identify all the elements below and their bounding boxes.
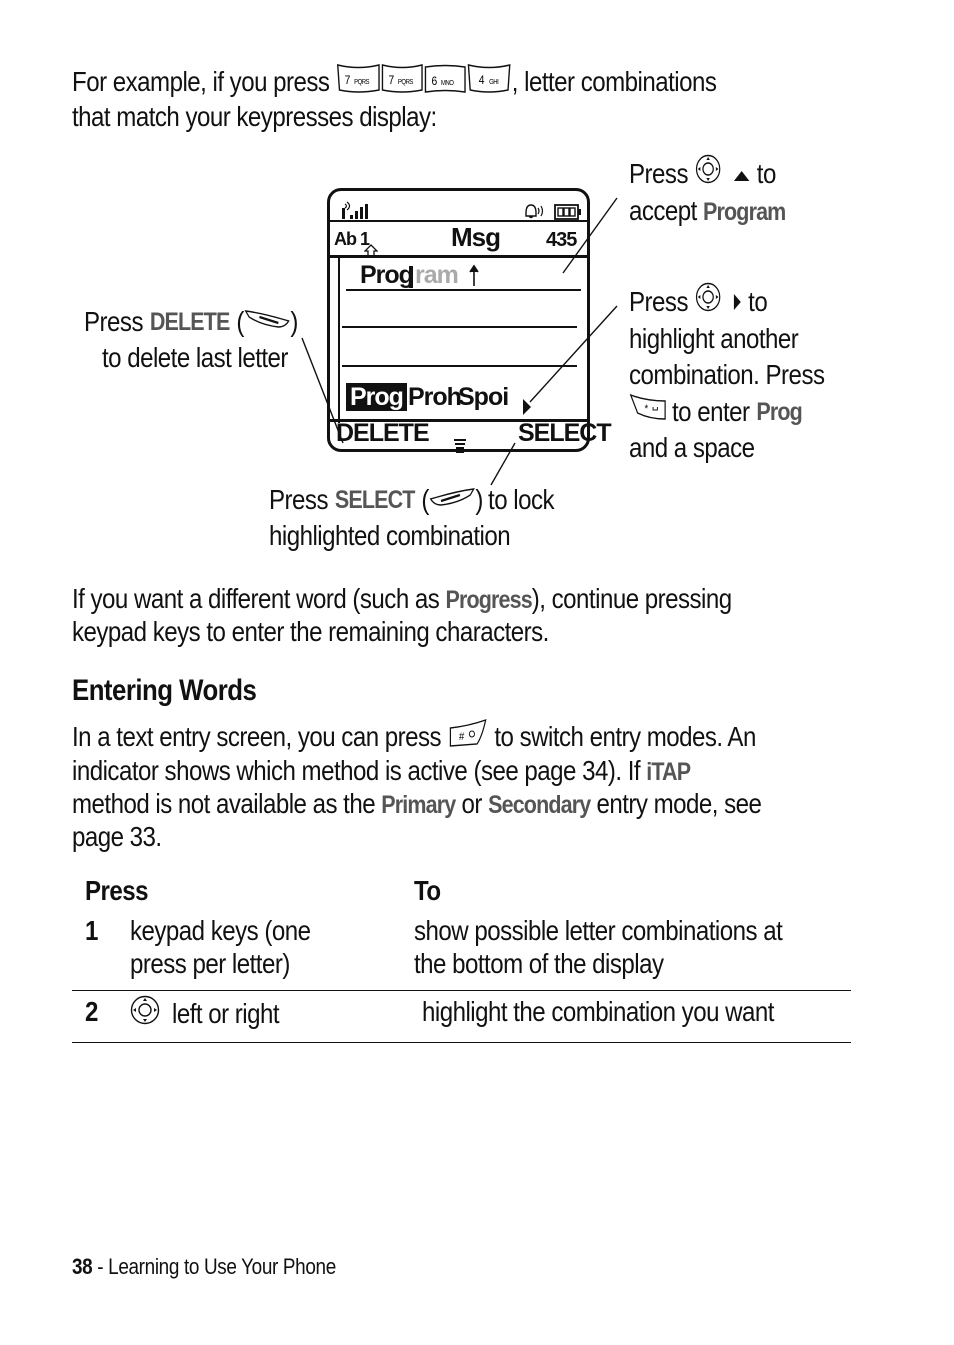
page-number: 38 bbox=[72, 1254, 93, 1279]
table-header-row: Press To bbox=[72, 874, 851, 914]
display-term: Primary bbox=[381, 791, 456, 819]
star-key-icon: * bbox=[629, 393, 667, 430]
table-row: 2 left or right highlight the combinatio… bbox=[72, 991, 851, 1043]
body-text: or bbox=[461, 788, 483, 819]
footer-section-title: Learning to Use Your Phone bbox=[108, 1254, 336, 1279]
display-term: SELECT bbox=[334, 486, 416, 514]
display-term: iTAP bbox=[646, 758, 691, 786]
leader-line-select bbox=[490, 442, 516, 486]
body-text: method is not available as the bbox=[72, 788, 376, 819]
body-text: In a text entry screen, you can press bbox=[72, 720, 442, 752]
nav-key-icon bbox=[130, 995, 160, 1032]
paragraph-different-word: If you want a different word (such as Pr… bbox=[72, 583, 954, 648]
step-to: show possible letter combinations at the… bbox=[414, 915, 783, 979]
body-text: If you want a different word (such as bbox=[72, 583, 440, 614]
callout-text: Press bbox=[629, 285, 688, 317]
callout-text: to lock bbox=[488, 484, 555, 515]
svg-text:*: * bbox=[644, 403, 648, 415]
left-soft-key-icon bbox=[244, 304, 290, 340]
leader-line-highlight bbox=[529, 305, 618, 403]
paragraph-entry-modes: In a text entry screen, you can press # … bbox=[72, 718, 954, 853]
step-press: keypad keys (one press per letter) bbox=[130, 915, 311, 979]
body-text: keypad keys to enter the remaining chara… bbox=[72, 616, 549, 647]
callout-leader-lines bbox=[301, 197, 618, 486]
step-number: 2 bbox=[85, 996, 98, 1027]
callout-text: combination. Press bbox=[629, 359, 825, 390]
callout-text: Press bbox=[629, 157, 688, 189]
callout-text: to delete last letter bbox=[102, 342, 289, 373]
section-heading: Entering Words bbox=[72, 674, 257, 707]
callout-text: to bbox=[748, 285, 768, 317]
display-term: Prog bbox=[756, 397, 802, 426]
callout-select: Press SELECT ( ) to lock highlighted com… bbox=[269, 482, 555, 551]
pound-key-icon: # bbox=[448, 718, 488, 755]
steps-table: Press To 1 keypad keys (one press per le… bbox=[72, 874, 851, 1043]
right-soft-key-icon bbox=[429, 482, 475, 518]
up-triangle-icon bbox=[733, 156, 750, 192]
step-press: left or right bbox=[130, 991, 414, 1043]
nav-key-icon bbox=[695, 282, 721, 321]
callout-text: accept bbox=[629, 195, 697, 226]
column-header-press: Press bbox=[85, 875, 149, 906]
body-text: page 33. bbox=[72, 821, 162, 852]
nav-key-icon bbox=[695, 154, 721, 193]
callout-text: Press bbox=[269, 484, 328, 515]
body-text: to switch entry modes. An bbox=[494, 720, 756, 752]
step-number: 1 bbox=[85, 915, 98, 946]
display-term: Progress bbox=[445, 586, 532, 614]
callout-highlight: Press to highlight another combination. … bbox=[629, 282, 954, 466]
svg-text:#: # bbox=[459, 731, 465, 743]
callout-text: to bbox=[756, 157, 777, 189]
callout-accept: Press to accept Program bbox=[629, 154, 811, 230]
display-term: Secondary bbox=[488, 791, 591, 819]
page-footer: 38 - Learning to Use Your Phone bbox=[72, 1254, 336, 1279]
column-header-to: To bbox=[414, 875, 442, 906]
body-text: entry mode, see bbox=[596, 788, 762, 819]
right-triangle-icon bbox=[733, 284, 742, 320]
leader-line-accept bbox=[562, 197, 618, 274]
callout-text: and a space bbox=[629, 432, 755, 463]
callout-text: to enter bbox=[672, 395, 750, 427]
display-term: Program bbox=[703, 198, 786, 226]
table-row: 1 keypad keys (one press per letter) sho… bbox=[72, 914, 851, 991]
display-term: DELETE bbox=[149, 308, 231, 336]
callout-text: Press bbox=[84, 306, 143, 337]
body-text: indicator shows which method is active (… bbox=[72, 755, 641, 786]
callout-text: highlight another bbox=[629, 323, 799, 354]
step-to: highlight the combination you want bbox=[422, 996, 775, 1027]
callout-text: highlighted combination bbox=[269, 520, 511, 551]
callout-delete: Press DELETE ( ) to delete last letter bbox=[84, 304, 298, 373]
body-text: ), continue pressing bbox=[531, 583, 732, 614]
